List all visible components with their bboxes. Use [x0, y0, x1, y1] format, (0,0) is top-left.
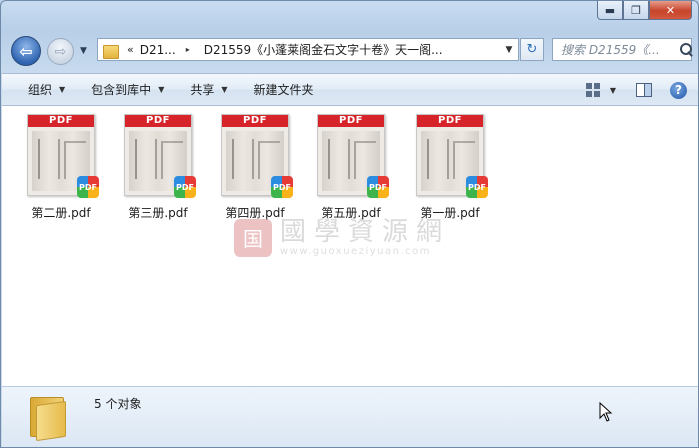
chevron-down-icon: ▼ — [59, 85, 66, 94]
view-controls: ▼ ? — [585, 74, 698, 106]
pdf-thumbnail: PDF PDF — [317, 114, 389, 198]
pdf-reader-icon: PDF — [77, 176, 99, 198]
file-name[interactable]: 第四册.pdf — [225, 204, 284, 221]
file-name[interactable]: 第一册.pdf — [420, 204, 479, 221]
file-item[interactable]: PDF PDF 第二册.pdf — [21, 114, 101, 221]
navigation-bar: ⇦ ⇨ ▼ « D21... ▸ D21559《小蓬莱阁金石文字十卷》天一阁..… — [1, 35, 698, 66]
file-item[interactable]: PDF PDF 第三册.pdf — [118, 114, 198, 221]
refresh-button[interactable]: ↻ — [520, 38, 544, 61]
help-icon[interactable]: ? — [670, 81, 687, 99]
file-item[interactable]: PDF PDF 第五册.pdf — [311, 114, 391, 221]
file-name[interactable]: 第五册.pdf — [321, 204, 380, 221]
item-count: 5 个对象 — [94, 397, 142, 411]
pdf-thumbnail: PDF PDF — [221, 114, 293, 198]
breadcrumb-current[interactable]: D21559《小蓬莱阁金石文字十卷》天一阁... — [204, 41, 500, 58]
view-dropdown[interactable]: ▼ — [610, 86, 616, 95]
breadcrumb-parent[interactable]: D21... — [140, 43, 176, 57]
file-item[interactable]: PDF PDF 第一册.pdf — [410, 114, 490, 221]
organize-menu[interactable]: 组织 ▼ — [18, 79, 75, 101]
minimize-button[interactable]: ▬ — [597, 1, 623, 20]
pdf-thumbnail: PDF PDF — [124, 114, 196, 198]
explorer-window: ▬ ❐ ✕ ⇦ ⇨ ▼ « D21... ▸ D21559《小蓬莱阁金石文字十卷… — [0, 0, 699, 448]
chevron-down-icon: ▼ — [221, 85, 228, 94]
pdf-banner: PDF — [28, 115, 94, 127]
file-name[interactable]: 第三册.pdf — [128, 204, 187, 221]
watermark-title: 國學資源網 — [280, 217, 451, 247]
pdf-banner: PDF — [222, 115, 288, 127]
search-box[interactable] — [552, 38, 692, 61]
pdf-banner: PDF — [417, 115, 483, 127]
forward-button[interactable]: ⇨ — [47, 38, 74, 65]
file-name[interactable]: 第二册.pdf — [31, 204, 90, 221]
search-input[interactable] — [561, 42, 679, 57]
pdf-thumbnail: PDF PDF — [416, 114, 488, 198]
back-button[interactable]: ⇦ — [11, 36, 41, 66]
share-label: 共享 — [190, 83, 215, 97]
pdf-reader-icon: PDF — [367, 176, 389, 198]
watermark-url: www.guoxueziyuan.com — [280, 246, 431, 257]
share-menu[interactable]: 共享 ▼ — [180, 79, 237, 101]
command-bar: 组织 ▼ 包含到库中 ▼ 共享 ▼ 新建文件夹 ▼ ? — [2, 73, 698, 106]
file-item[interactable]: PDF PDF 第四册.pdf — [215, 114, 295, 221]
include-library-label: 包含到库中 — [91, 83, 152, 97]
include-library-menu[interactable]: 包含到库中 ▼ — [81, 79, 174, 101]
maximize-button[interactable]: ❐ — [623, 1, 649, 20]
details-pane: 5 个对象 — [2, 386, 698, 447]
pdf-reader-icon: PDF — [466, 176, 488, 198]
pdf-reader-icon: PDF — [271, 176, 293, 198]
breadcrumb-overflow[interactable]: « — [127, 43, 134, 56]
address-dropdown[interactable]: ▼ — [500, 45, 518, 55]
pdf-banner: PDF — [125, 115, 191, 127]
address-bar[interactable]: « D21... ▸ D21559《小蓬莱阁金石文字十卷》天一阁... ▼ — [97, 38, 519, 61]
folder-icon — [30, 393, 76, 442]
pdf-thumbnail: PDF PDF — [27, 114, 99, 198]
new-folder-button[interactable]: 新建文件夹 — [244, 79, 324, 101]
file-list-area[interactable]: 国 國學資源網 www.guoxueziyuan.com PDF PDF 第二册… — [2, 106, 698, 386]
organize-label: 组织 — [28, 83, 53, 97]
folder-icon — [103, 43, 121, 59]
watermark: 国 國學資源網 www.guoxueziyuan.com — [234, 218, 450, 257]
chevron-right-icon[interactable]: ▸ — [186, 45, 190, 54]
new-folder-label: 新建文件夹 — [253, 83, 314, 97]
chevron-down-icon: ▼ — [158, 85, 165, 94]
pdf-reader-icon: PDF — [174, 176, 196, 198]
mouse-cursor-icon — [599, 402, 613, 422]
recent-pages-dropdown[interactable]: ▼ — [80, 46, 87, 56]
preview-pane-icon[interactable] — [636, 83, 652, 97]
search-icon[interactable] — [679, 42, 692, 58]
caption-buttons: ▬ ❐ ✕ — [597, 1, 692, 20]
watermark-seal: 国 — [234, 218, 272, 257]
pdf-banner: PDF — [318, 115, 384, 127]
close-button[interactable]: ✕ — [649, 1, 692, 20]
view-options-icon[interactable] — [585, 83, 600, 97]
